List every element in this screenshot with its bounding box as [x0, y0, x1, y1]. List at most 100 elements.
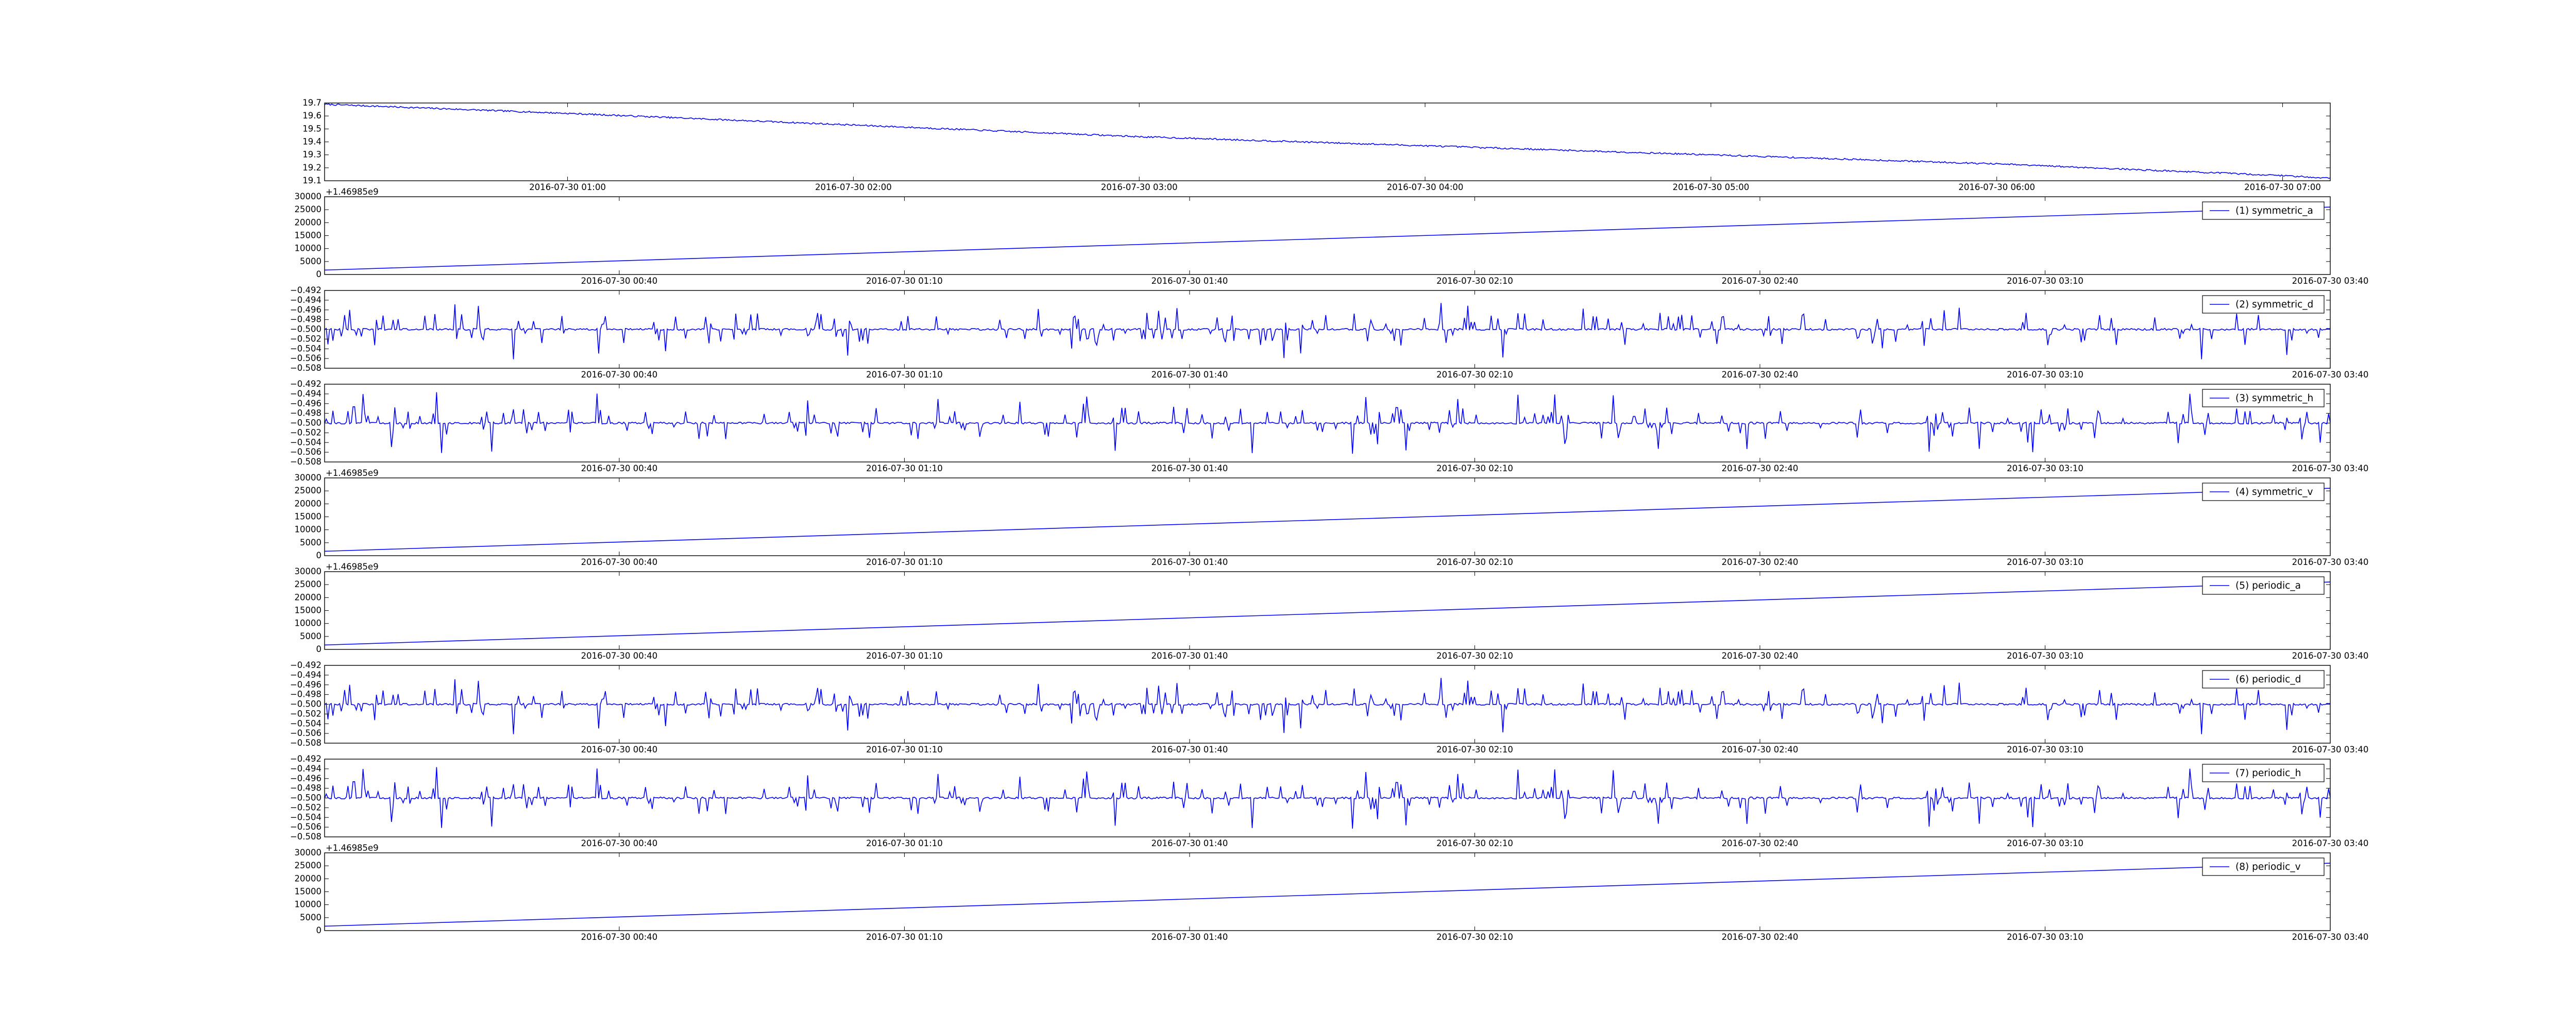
- y-tick-label: 30000: [295, 473, 322, 483]
- x-tick-label: 2016-07-30 00:40: [581, 464, 658, 473]
- x-offset-label: +1.46985e9: [326, 843, 379, 853]
- y-tick-label: −0.508: [290, 457, 321, 467]
- x-tick-label: 2016-07-30 03:10: [2007, 745, 2083, 754]
- x-tick-label: 2016-07-30 00:40: [581, 370, 658, 380]
- series-line: [325, 678, 2330, 734]
- y-tick-label: −0.502: [290, 427, 321, 437]
- y-tick-label: −0.496: [290, 774, 321, 783]
- y-tick-label: 25000: [295, 861, 322, 870]
- y-tick-label: 25000: [295, 486, 322, 495]
- x-tick-label: 2016-07-30 02:40: [1722, 838, 1799, 848]
- legend-label: (8) periodic_v: [2235, 862, 2301, 872]
- x-tick-label: 2016-07-30 03:40: [2292, 932, 2369, 942]
- x-tick-label: 2016-07-30 02:40: [1722, 370, 1799, 380]
- x-tick-label: 2016-07-30 03:10: [2007, 651, 2083, 661]
- x-tick-label: 2016-07-30 03:40: [2292, 557, 2369, 567]
- chart-panel-1: 0 5000 10000 15000 20000 25000 30000 2016-07-30…: [295, 187, 2369, 286]
- y-tick-label: 5000: [300, 913, 321, 922]
- y-tick-label: −0.504: [290, 344, 321, 353]
- x-tick-label: 2016-07-30 00:40: [581, 745, 658, 754]
- y-tick-label: −0.494: [290, 670, 321, 680]
- y-tick-label: 19.4: [302, 137, 321, 147]
- x-tick-label: 2016-07-30 00:40: [581, 838, 658, 848]
- chart-panel-8: 0 5000 10000 15000 20000 25000 30000 2016-07-30…: [295, 843, 2369, 942]
- legend: (8) periodic_v: [2202, 857, 2325, 876]
- x-tick-label: 2016-07-30 04:00: [1387, 182, 1464, 192]
- y-tick-label: −0.502: [290, 802, 321, 812]
- x-tick-label: 2016-07-30 02:40: [1722, 651, 1799, 661]
- x-tick-label: 2016-07-30 00:40: [581, 651, 658, 661]
- y-tick-label: −0.494: [290, 764, 321, 774]
- figure: 19.1 19.2 19.3 19.4 19.5 19.6 19.7 2016-07-30 0…: [290, 98, 2369, 942]
- x-tick-label: 2016-07-30 02:10: [1436, 370, 1513, 380]
- x-tick-label: 2016-07-30 01:40: [1151, 276, 1228, 286]
- y-tick-label: 0: [316, 269, 322, 279]
- y-tick-label: 30000: [295, 848, 322, 857]
- x-tick-label: 2016-07-30 01:10: [866, 464, 943, 473]
- x-tick-label: 2016-07-30 02:10: [1436, 276, 1513, 286]
- legend-label: (7) periodic_h: [2235, 768, 2301, 779]
- x-tick-label: 2016-07-30 03:10: [2007, 838, 2083, 848]
- y-tick-label: 25000: [295, 204, 322, 214]
- x-tick-label: 2016-07-30 03:40: [2292, 370, 2369, 380]
- y-tick-label: 5000: [300, 631, 321, 641]
- x-tick-label: 2016-07-30 01:40: [1151, 651, 1228, 661]
- x-tick-label: 2016-07-30 07:00: [2244, 182, 2321, 192]
- y-tick-label: −0.494: [290, 389, 321, 399]
- x-tick-label: 2016-07-30 02:10: [1436, 651, 1513, 661]
- y-tick-label: −0.504: [290, 812, 321, 822]
- x-tick-label: 2016-07-30 02:10: [1436, 838, 1513, 848]
- x-tick-label: 2016-07-30 01:10: [866, 838, 943, 848]
- y-tick-label: 0: [316, 925, 322, 935]
- y-tick-label: −0.496: [290, 305, 321, 315]
- y-tick-label: −0.498: [290, 783, 321, 793]
- series-line: [325, 488, 2330, 552]
- chart-panel-7: −0.492−0.494−0.496−0.498−0.500−0.502−0.5…: [290, 754, 2368, 848]
- series-line: [325, 581, 2330, 646]
- x-tick-label: 2016-07-30 03:40: [2292, 838, 2369, 848]
- y-tick-label: −0.500: [290, 324, 321, 334]
- y-tick-label: −0.492: [290, 379, 321, 389]
- y-tick-label: −0.508: [290, 832, 321, 842]
- y-tick-label: 19.5: [302, 124, 321, 133]
- x-tick-label: 2016-07-30 01:40: [1151, 932, 1228, 942]
- y-tick-label: 15000: [295, 606, 322, 615]
- x-tick-label: 2016-07-30 03:00: [1101, 182, 1178, 192]
- x-tick-label: 2016-07-30 03:10: [2007, 464, 2083, 473]
- legend: (7) periodic_h: [2202, 764, 2325, 782]
- y-tick-label: −0.500: [290, 699, 321, 709]
- x-tick-label: 2016-07-30 02:10: [1436, 464, 1513, 473]
- x-tick-label: 2016-07-30 02:40: [1722, 464, 1799, 473]
- series-line: [325, 863, 2330, 927]
- x-offset-label: +1.46985e9: [326, 562, 379, 572]
- x-tick-label: 2016-07-30 01:10: [866, 932, 943, 942]
- y-tick-label: 20000: [295, 499, 322, 508]
- series-line: [325, 392, 2330, 454]
- x-tick-label: 2016-07-30 01:00: [529, 182, 606, 192]
- y-tick-label: −0.500: [290, 418, 321, 428]
- x-tick-label: 2016-07-30 02:10: [1436, 932, 1513, 942]
- chart-panel-2: −0.492−0.494−0.496−0.498−0.500−0.502−0.5…: [290, 285, 2368, 380]
- x-tick-label: 2016-07-30 00:40: [581, 276, 658, 286]
- y-tick-label: 20000: [295, 873, 322, 883]
- legend-label: (2) symmetric_d: [2235, 299, 2313, 310]
- series-line: [325, 767, 2330, 829]
- y-tick-label: −0.506: [290, 728, 321, 738]
- legend: (1) symmetric_a: [2202, 201, 2325, 220]
- axes-frame: [324, 196, 2331, 275]
- y-tick-label: −0.492: [290, 660, 321, 670]
- x-tick-label: 2016-07-30 02:00: [815, 182, 892, 192]
- y-tick-label: −0.492: [290, 285, 321, 295]
- legend-label: (6) periodic_d: [2235, 674, 2301, 685]
- axes-frame: [324, 852, 2331, 931]
- y-tick-label: 15000: [295, 231, 322, 241]
- y-tick-label: 20000: [295, 592, 322, 602]
- legend: (3) symmetric_h: [2202, 389, 2325, 407]
- y-tick-label: 15000: [295, 887, 322, 897]
- y-tick-label: −0.500: [290, 793, 321, 803]
- y-tick-label: −0.498: [290, 690, 321, 699]
- x-tick-label: 2016-07-30 03:10: [2007, 557, 2083, 567]
- y-tick-label: −0.506: [290, 447, 321, 457]
- x-tick-label: 2016-07-30 02:40: [1722, 557, 1799, 567]
- x-tick-label: 2016-07-30 01:10: [866, 651, 943, 661]
